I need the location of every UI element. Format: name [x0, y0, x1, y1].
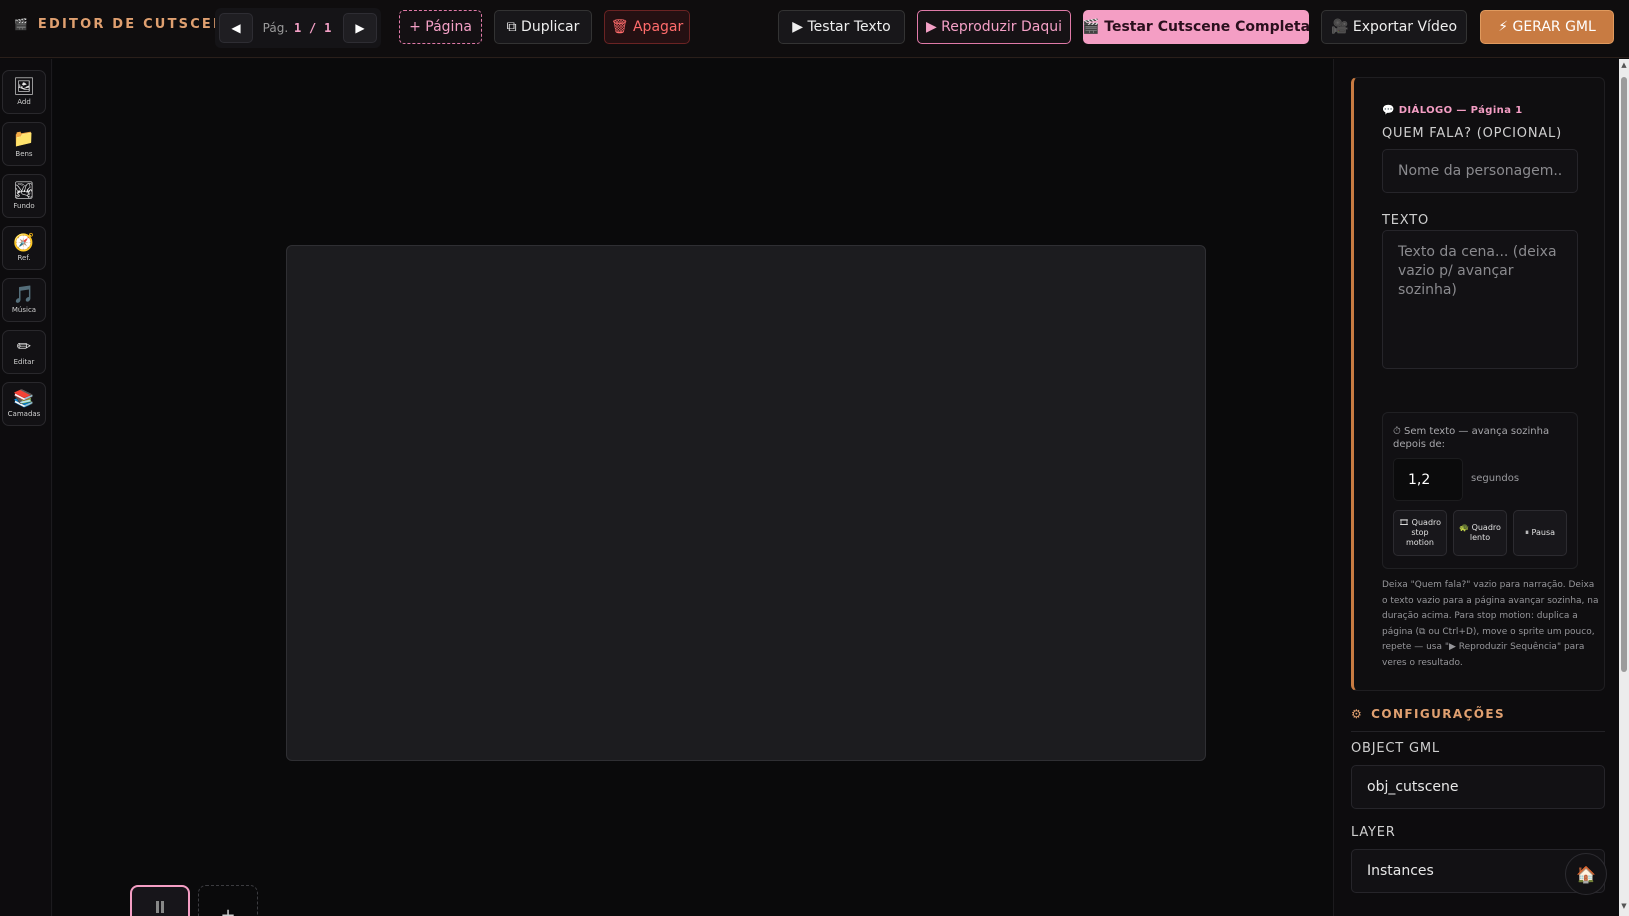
object-gml-input[interactable]: [1351, 765, 1605, 809]
page-current: 1: [293, 21, 302, 35]
tool-label: Música: [11, 306, 37, 314]
auto-advance-label: ⏱ Sem texto — avança sozinha depois de:: [1393, 426, 1550, 450]
dialog-title: 💬 DIÁLOGO — Página 1: [1382, 105, 1523, 116]
layer-label: LAYER: [1351, 825, 1396, 840]
delete-button[interactable]: 🗑 Apagar: [604, 10, 690, 44]
clapper-icon: 🎬: [14, 18, 30, 31]
config-divider: [1351, 731, 1605, 732]
speaker-input[interactable]: [1382, 149, 1578, 193]
seconds-input[interactable]: [1393, 458, 1463, 501]
config-section-title: ⚙ CONFIGURAÇÕES: [1351, 707, 1505, 721]
stage-area: 1 +: [53, 59, 1333, 916]
tool-assets[interactable]: 📁 Bens: [2, 122, 46, 166]
generate-gml-button[interactable]: ⚡ GERAR GML: [1480, 10, 1614, 44]
test-text-button[interactable]: ▶ Testar Texto: [778, 10, 905, 44]
tool-add[interactable]: 🖼 Add: [2, 70, 46, 114]
next-page-button[interactable]: ▶: [342, 13, 377, 43]
page-total: 1: [324, 21, 332, 35]
scroll-up-arrow-icon[interactable]: ▲: [1620, 61, 1628, 71]
app-brand: 🎬 EDITOR DE CUTSCENE: [14, 17, 237, 32]
page-label: Pág.: [262, 21, 289, 35]
home-button[interactable]: 🏠: [1565, 853, 1607, 895]
image-icon: 🖼: [13, 77, 35, 97]
layers-icon: 📚: [13, 389, 35, 409]
page-thumbnail[interactable]: 1: [130, 885, 190, 916]
tool-layers[interactable]: 📚 Camadas: [2, 382, 46, 426]
prev-page-button[interactable]: ◀: [219, 13, 253, 43]
page-indicator: Pág. 1 / 1: [263, 21, 334, 35]
tool-label: Editar: [13, 358, 35, 366]
folder-icon: 📁: [13, 129, 35, 149]
gear-icon: ⚙: [1351, 707, 1364, 721]
top-bar: 🎬 EDITOR DE CUTSCENE ◀ Pág. 1 / 1 ▶ + Pá…: [0, 0, 1629, 58]
tool-music[interactable]: 🎵 Música: [2, 278, 46, 322]
dialog-help-text: Deixa "Quem fala?" vazio para narração. …: [1382, 580, 1599, 668]
auto-advance-box: ⏱ Sem texto — avança sozinha depois de: …: [1382, 412, 1578, 569]
right-panel: 💬 DIÁLOGO — Página 1 QUEM FALA? (OPCIONA…: [1333, 59, 1619, 916]
page-pager: ◀ Pág. 1 / 1 ▶: [215, 8, 381, 48]
play-from-here-button[interactable]: ▶ Reproduzir Daqui: [917, 10, 1071, 44]
tool-edit[interactable]: ✏ Editar: [2, 330, 46, 374]
pause-icon: [156, 901, 164, 913]
seconds-unit: segundos: [1471, 473, 1520, 484]
tool-label: Fundo: [13, 202, 35, 210]
preset-pause-button[interactable]: ⏸ Pausa: [1513, 510, 1567, 556]
test-full-cutscene-button[interactable]: 🎬 Testar Cutscene Completa: [1082, 10, 1310, 44]
scene-canvas[interactable]: [286, 245, 1206, 761]
scroll-down-arrow-icon[interactable]: ▼: [1620, 902, 1628, 912]
scene-text-area[interactable]: [1382, 230, 1578, 369]
add-page-button[interactable]: + Página: [399, 10, 482, 44]
tool-label: Ref.: [17, 254, 31, 262]
music-note-icon: 🎵: [13, 285, 35, 305]
home-icon: 🏠: [1576, 864, 1596, 884]
object-gml-label: OBJECT GML: [1351, 741, 1440, 756]
speaker-label: QUEM FALA? (OPCIONAL): [1382, 126, 1562, 141]
add-thumbnail-button[interactable]: +: [198, 885, 258, 916]
tool-label: Add: [17, 98, 31, 106]
compass-icon: 🧭: [13, 233, 35, 253]
page-separator: /: [309, 21, 317, 35]
left-toolbar: 🖼 Add 📁 Bens 🏞 Fundo 🧭 Ref. 🎵 Música ✏ E…: [0, 59, 52, 916]
text-label: TEXTO: [1382, 213, 1430, 228]
tool-label: Camadas: [7, 410, 41, 418]
dialog-card: 💬 DIÁLOGO — Página 1 QUEM FALA? (OPCIONA…: [1351, 77, 1605, 691]
tool-reference[interactable]: 🧭 Ref.: [2, 226, 46, 270]
tool-label: Bens: [15, 150, 33, 158]
config-title: CONFIGURAÇÕES: [1371, 707, 1506, 721]
export-video-button[interactable]: 🎥 Exportar Vídeo: [1321, 10, 1467, 44]
app-root: 🎬 EDITOR DE CUTSCENE ◀ Pág. 1 / 1 ▶ + Pá…: [0, 0, 1629, 916]
scrollbar-thumb[interactable]: [1621, 77, 1627, 672]
duplicate-button[interactable]: ⧉ Duplicar: [494, 10, 592, 44]
pencil-icon: ✏: [16, 337, 32, 357]
app-title: EDITOR DE CUTSCENE: [37, 17, 238, 32]
landscape-icon: 🏞: [13, 181, 35, 201]
preset-slow-button[interactable]: 🐢 Quadro lento: [1453, 510, 1507, 556]
preset-stop-motion-button[interactable]: 🎞 Quadro stop motion: [1393, 510, 1447, 556]
tool-background[interactable]: 🏞 Fundo: [2, 174, 46, 218]
